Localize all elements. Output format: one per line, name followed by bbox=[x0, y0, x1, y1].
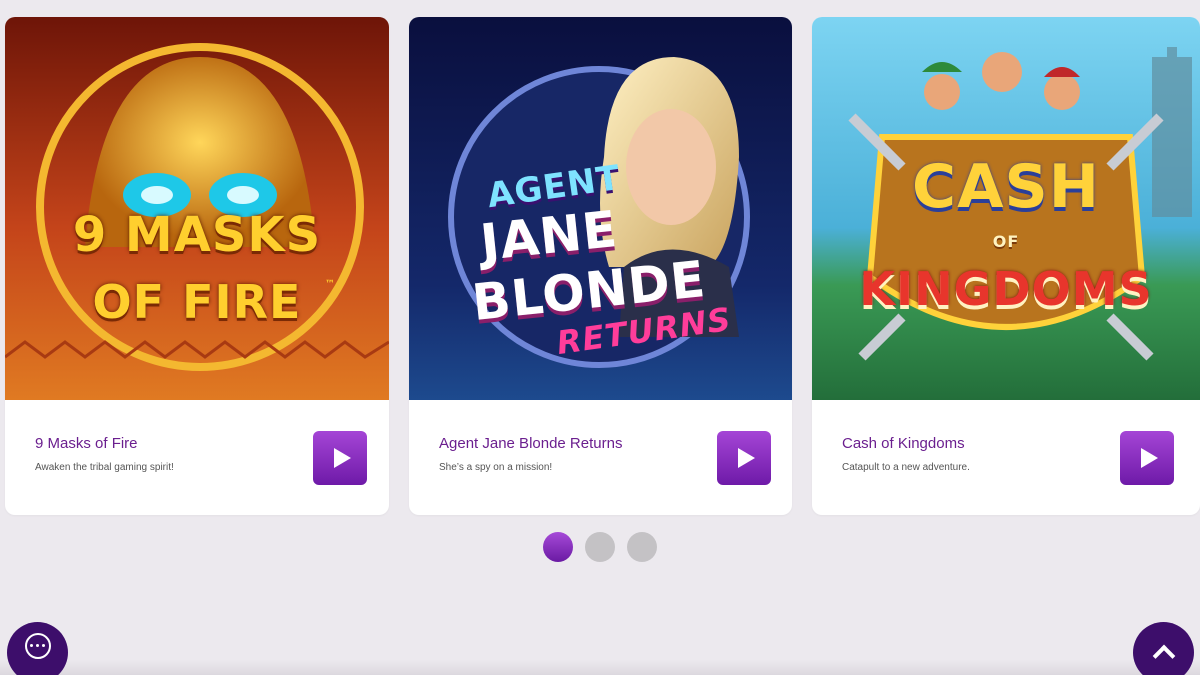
game-card[interactable]: AGENT JANE BLONDE RETURNS Agent Jane Blo… bbox=[409, 17, 792, 515]
pagination-dot-3[interactable] bbox=[627, 532, 657, 562]
play-button[interactable] bbox=[717, 431, 771, 485]
play-button[interactable] bbox=[1120, 431, 1174, 485]
chat-bubble-icon bbox=[24, 632, 51, 659]
art-title-line2: OF bbox=[992, 232, 1020, 251]
footer-edge bbox=[0, 660, 1200, 675]
chat-button[interactable] bbox=[7, 622, 68, 675]
art-title-line3: KINGDOMS bbox=[859, 262, 1153, 316]
game-card[interactable]: 9 MASKS OF FIRE ™ 9 Masks of Fire Awaken… bbox=[5, 17, 389, 515]
game-carousel: 9 MASKS OF FIRE ™ 9 Masks of Fire Awaken… bbox=[5, 17, 1200, 515]
game-thumbnail[interactable]: AGENT JANE BLONDE RETURNS bbox=[409, 17, 792, 400]
game-description: She’s a spy on a mission! bbox=[439, 462, 553, 473]
game-description: Awaken the tribal gaming spirit! bbox=[35, 462, 174, 473]
game-info: Agent Jane Blonde Returns She’s a spy on… bbox=[409, 400, 792, 515]
art-title-line1: 9 MASKS bbox=[72, 207, 322, 263]
play-button[interactable] bbox=[313, 431, 367, 485]
trademark-symbol: ™ bbox=[325, 279, 336, 290]
chevron-up-icon bbox=[1152, 644, 1175, 668]
game-title[interactable]: Cash of Kingdoms bbox=[842, 435, 965, 452]
play-icon bbox=[737, 448, 755, 468]
game-info: Cash of Kingdoms Catapult to a new adven… bbox=[812, 400, 1200, 515]
game-title[interactable]: 9 Masks of Fire bbox=[35, 435, 138, 452]
scroll-to-top-button[interactable] bbox=[1133, 622, 1194, 675]
art-title-line1: CASH bbox=[912, 152, 1100, 222]
game-thumbnail[interactable]: CASH OF KINGDOMS bbox=[812, 17, 1200, 400]
game-thumbnail[interactable]: 9 MASKS OF FIRE ™ bbox=[5, 17, 389, 400]
game-description: Catapult to a new adventure. bbox=[842, 462, 970, 473]
play-icon bbox=[1140, 448, 1158, 468]
play-icon bbox=[333, 448, 351, 468]
carousel-pagination bbox=[543, 532, 657, 562]
game-info: 9 Masks of Fire Awaken the tribal gaming… bbox=[5, 400, 389, 515]
pagination-dot-1[interactable] bbox=[543, 532, 573, 562]
game-title[interactable]: Agent Jane Blonde Returns bbox=[439, 435, 622, 452]
pagination-dot-2[interactable] bbox=[585, 532, 615, 562]
game-card[interactable]: CASH OF KINGDOMS Cash of Kingdoms Catapu… bbox=[812, 17, 1200, 515]
